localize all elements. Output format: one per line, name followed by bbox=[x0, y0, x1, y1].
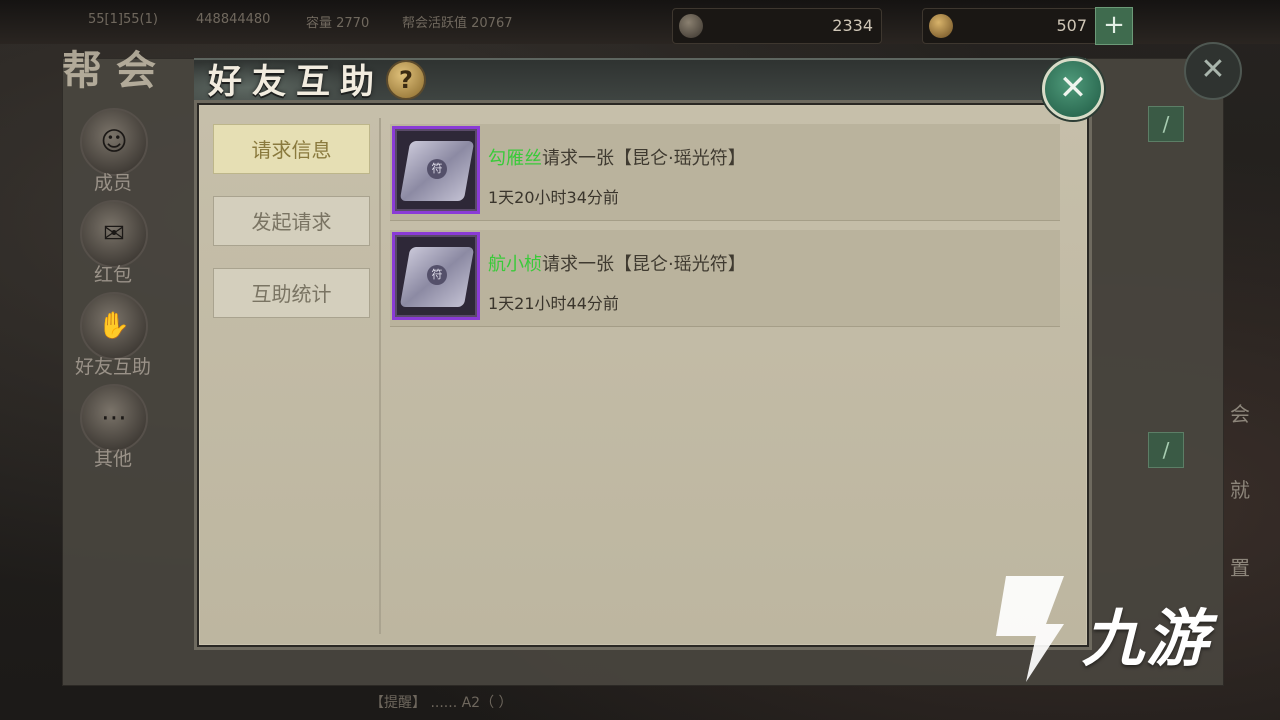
top-stat-4: 帮会活跃值 20767 bbox=[402, 16, 513, 31]
watermark-text: 九游 bbox=[1082, 602, 1211, 675]
silver-value: 2334 bbox=[832, 16, 873, 35]
scroll-icon: ⋯ bbox=[80, 384, 148, 452]
list-item[interactable]: 符 航小桢请求一张【昆仑·瑶光符】 1天21小时44分前 bbox=[390, 230, 1060, 327]
request-detail: 请求一张【昆仑·瑶光符】 bbox=[542, 254, 746, 275]
side-item-label: 红包 bbox=[93, 264, 132, 286]
gold-ingot-icon bbox=[929, 14, 953, 38]
handshake-icon: ✋ bbox=[80, 292, 148, 360]
request-detail: 请求一张【昆仑·瑶光符】 bbox=[542, 148, 746, 169]
right-label: 就 bbox=[1230, 478, 1250, 502]
request-text: 勾雁丝请求一张【昆仑·瑶光符】 bbox=[488, 144, 746, 170]
watermark-logo-icon bbox=[996, 576, 1064, 682]
emblem-icon: 符 bbox=[427, 159, 447, 179]
side-item-members[interactable]: ☺ 成员 bbox=[72, 108, 154, 196]
side-item-friend-help[interactable]: ✋ 好友互助 bbox=[72, 292, 154, 380]
tab-send-request[interactable]: 发起请求 bbox=[213, 196, 370, 246]
side-item-other[interactable]: ⋯ 其他 bbox=[72, 384, 154, 472]
request-text: 航小桢请求一张【昆仑·瑶光符】 bbox=[488, 250, 746, 276]
add-gold-button[interactable]: + bbox=[1095, 7, 1133, 45]
member-icon: ☺ bbox=[80, 108, 148, 176]
request-time: 1天21小时44分前 bbox=[488, 294, 619, 313]
top-status-bar: 55[1]55(1) 448844480 容量 2770 帮会活跃值 20767… bbox=[0, 0, 1280, 45]
emblem-icon: 符 bbox=[427, 265, 447, 285]
dialog-close-button[interactable]: ✕ bbox=[1042, 58, 1104, 120]
red-packet-icon: ✉ bbox=[80, 200, 148, 268]
gold-value: 507 bbox=[1056, 16, 1087, 35]
help-icon[interactable]: ? bbox=[386, 60, 426, 100]
guild-close-button[interactable]: ✕ bbox=[1184, 42, 1242, 100]
side-item-label: 其他 bbox=[93, 448, 132, 470]
dialog-title: 好友互助 bbox=[208, 62, 384, 102]
right-label: 会 bbox=[1230, 402, 1250, 426]
talisman-item-icon[interactable]: 符 bbox=[392, 126, 480, 214]
top-stat-2: 448844480 bbox=[196, 12, 271, 27]
side-item-label: 好友互助 bbox=[74, 356, 151, 378]
top-stat-3: 容量 2770 bbox=[306, 16, 370, 31]
player-name[interactable]: 勾雁丝 bbox=[488, 148, 542, 169]
silver-coin-icon bbox=[679, 14, 703, 38]
tab-request-info[interactable]: 请求信息 bbox=[213, 124, 370, 174]
top-stat-1: 55[1]55(1) bbox=[88, 12, 158, 27]
guild-title: 帮会 bbox=[62, 47, 170, 94]
tabs-divider bbox=[379, 118, 381, 634]
tab-help-stats[interactable]: 互助统计 bbox=[213, 268, 370, 318]
edit-pen-button[interactable]: / bbox=[1148, 106, 1184, 142]
side-item-label: 成员 bbox=[93, 172, 132, 194]
side-item-red-packet[interactable]: ✉ 红包 bbox=[72, 200, 154, 288]
chat-bar[interactable]: 【提醒】 ...... A2（ ） bbox=[370, 692, 513, 712]
watermark: 九游 bbox=[986, 566, 1246, 686]
player-name[interactable]: 航小桢 bbox=[488, 254, 542, 275]
gold-currency: 507 + bbox=[922, 7, 1133, 45]
request-time: 1天20小时34分前 bbox=[488, 188, 619, 207]
talisman-item-icon[interactable]: 符 bbox=[392, 232, 480, 320]
edit-pen-button[interactable]: / bbox=[1148, 432, 1184, 468]
list-item[interactable]: 符 勾雁丝请求一张【昆仑·瑶光符】 1天20小时34分前 bbox=[390, 124, 1060, 221]
silver-currency: 2334 bbox=[672, 8, 882, 44]
